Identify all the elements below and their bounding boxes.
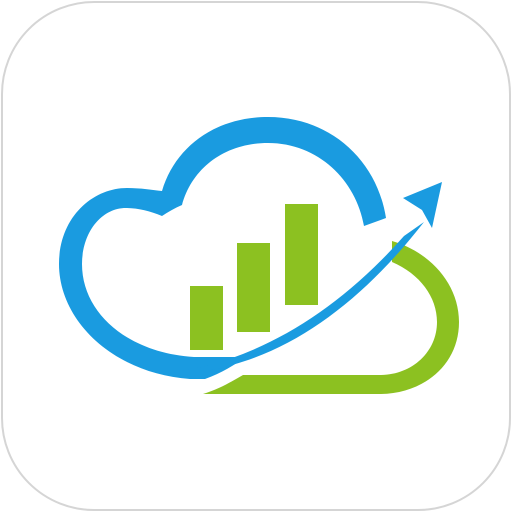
cloud-analytics-growth-icon (1, 1, 511, 511)
bar-2 (237, 243, 270, 332)
app-icon[interactable] (0, 0, 512, 512)
bar-1 (190, 286, 223, 350)
bar-3 (285, 204, 318, 305)
